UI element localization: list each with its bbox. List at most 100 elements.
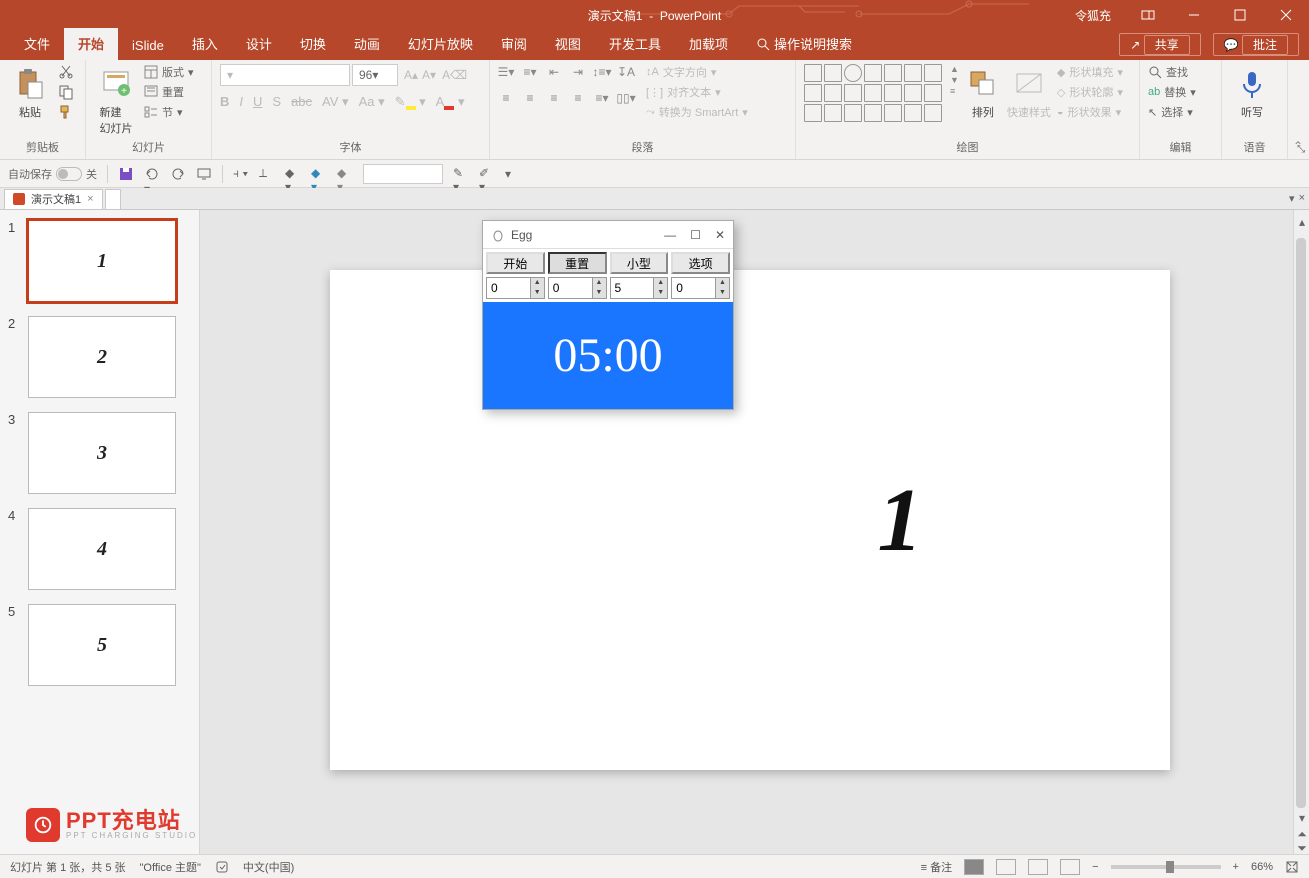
doctab-menu-icon[interactable]: ▾ [1289,192,1295,205]
clear-format-icon[interactable]: A⌫ [442,68,467,82]
zoom-in-icon[interactable]: + [1233,861,1239,873]
align-right-icon[interactable]: ≡ [546,90,562,106]
doctab-close-icon[interactable]: × [1299,192,1305,205]
window-maximize[interactable] [1217,0,1263,30]
egg-spin-3[interactable]: ▲▼ [610,277,669,299]
shape-effects-button[interactable]: ◒ 形状效果 ▾ [1057,104,1123,120]
indent-inc-icon[interactable]: ⇥ [570,64,586,80]
shape-fill-button[interactable]: ◆ 形状填充 ▾ [1057,64,1123,80]
align-center-icon[interactable]: ≡ [522,90,538,106]
thumbnail-5[interactable]: 55 [8,604,199,686]
tab-home[interactable]: 开始 [64,28,118,60]
tab-file[interactable]: 文件 [10,28,64,60]
italic-icon[interactable]: I [239,94,243,110]
convert-smartart-button[interactable]: ⤳ 转换为 SmartArt ▾ [646,104,748,120]
autosave-toggle[interactable]: 自动保存 关 [8,166,97,182]
qat-brush-icon[interactable]: ✐ ▾ [479,166,495,182]
increase-font-icon[interactable]: A▴ [404,68,418,82]
undo-icon[interactable]: ▾ [144,166,160,182]
zoom-slider[interactable] [1111,865,1221,869]
scroll-thumb[interactable] [1296,238,1306,808]
cut-icon[interactable] [58,64,74,80]
gallery-more-icon[interactable]: ≡ [950,86,959,96]
find-button[interactable]: 查找 [1148,64,1196,80]
copy-icon[interactable] [58,84,74,100]
status-language[interactable]: 中文(中国) [243,859,294,875]
egg-spin-1[interactable]: ▲▼ [486,277,545,299]
format-painter-icon[interactable] [58,104,74,120]
egg-close[interactable]: ✕ [715,228,725,242]
thumbnail-1[interactable]: 11 [8,220,199,302]
thumbnail-slide[interactable]: 5 [28,604,176,686]
qat-align-icon[interactable]: ⫞ ▾ [233,166,249,182]
account-name[interactable]: 令狐充 [1061,7,1125,24]
spellcheck-icon[interactable] [215,860,229,874]
qat-color1-icon[interactable]: ◆ ▾ [285,166,301,182]
window-minimize[interactable] [1171,0,1217,30]
egg-small-button[interactable]: 小型 [610,252,669,274]
tab-dev[interactable]: 开发工具 [595,28,675,60]
highlight-icon[interactable]: ✎ ▾ [395,94,426,110]
thumbnail-4[interactable]: 44 [8,508,199,590]
slide-canvas[interactable]: 1 [330,270,1170,770]
select-button[interactable]: ↖ 选择 ▾ [1148,104,1196,120]
next-slide-icon[interactable]: ⏷ [1294,840,1309,854]
zoom-out-icon[interactable]: − [1092,861,1098,873]
egg-spin-4[interactable]: ▲▼ [671,277,730,299]
section-button[interactable]: 节 ▾ [144,104,194,120]
ribbon-display-options[interactable] [1125,0,1171,30]
scroll-up-icon[interactable]: ▴ [1294,214,1309,230]
bullets-icon[interactable]: ☰▾ [498,64,514,80]
indent-dec-icon[interactable]: ⇤ [546,64,562,80]
underline-icon[interactable]: U [253,94,262,110]
tab-review[interactable]: 审阅 [487,28,541,60]
gallery-down-icon[interactable]: ▼ [950,75,959,85]
align-justify-icon[interactable]: ≡ [570,90,586,106]
shape-outline-button[interactable]: ◇ 形状轮廓 ▾ [1057,84,1123,100]
qat-dropdown[interactable] [363,164,443,184]
share-button[interactable]: ↗ 共享 [1119,33,1200,56]
doc-tab-1[interactable]: 演示文稿1 × [4,189,103,209]
font-color-icon[interactable]: A ▾ [436,94,465,110]
egg-options-button[interactable]: 选项 [671,252,730,274]
strike-icon[interactable]: abc [291,94,312,110]
tab-view[interactable]: 视图 [541,28,595,60]
qat-crop-icon[interactable]: ⟂ [259,166,275,182]
tab-animations[interactable]: 动画 [340,28,394,60]
close-tab-icon[interactable]: × [87,193,93,205]
fit-window-icon[interactable] [1285,860,1299,874]
qat-pen-icon[interactable]: ✎ ▾ [453,166,469,182]
editor-scrollbar[interactable]: ▴ ▾ ⏶ ⏷ [1293,210,1309,854]
arrange-button[interactable]: 排列 [965,64,1001,120]
dictate-button[interactable]: 听写 [1230,64,1274,120]
zoom-level[interactable]: 66% [1251,861,1273,873]
qat-color2-icon[interactable]: ◆ ▾ [311,166,327,182]
thumbnail-slide[interactable]: 2 [28,316,176,398]
shapes-gallery[interactable] [804,64,942,122]
egg-minimize[interactable]: — [664,228,676,242]
tell-me[interactable]: 操作说明搜索 [742,28,866,60]
gallery-up-icon[interactable]: ▲ [950,64,959,74]
align-left-icon[interactable]: ≡ [498,90,514,106]
egg-reset-button[interactable]: 重置 [548,252,607,274]
scroll-down-icon[interactable]: ▾ [1294,810,1309,826]
comments-button[interactable]: 💬 批注 [1213,33,1299,56]
thumbnail-slide[interactable]: 4 [28,508,176,590]
egg-start-button[interactable]: 开始 [486,252,545,274]
window-close[interactable] [1263,0,1309,30]
layout-button[interactable]: 版式 ▾ [144,64,194,80]
columns-icon[interactable]: ▯▯▾ [618,90,634,106]
text-direction-button[interactable]: ↕A 文字方向 ▾ [646,64,748,80]
qat-color3-icon[interactable]: ◆ ▾ [337,166,353,182]
collapse-ribbon-icon[interactable]: ⌃ [1293,139,1303,153]
char-spacing-icon[interactable]: AV ▾ [322,94,349,110]
view-reading-icon[interactable] [1028,859,1048,875]
reset-button[interactable]: 重置 [144,84,194,100]
redo-icon[interactable] [170,166,186,182]
egg-spin-2[interactable]: ▲▼ [548,277,607,299]
paste-button[interactable]: 粘贴 [8,64,52,120]
decrease-font-icon[interactable]: A▾ [422,68,436,82]
align-text-button[interactable]: [⋮] 对齐文本 ▾ [646,84,748,100]
thumbnail-slide[interactable]: 1 [28,220,176,302]
new-doc-tab[interactable] [105,189,121,209]
